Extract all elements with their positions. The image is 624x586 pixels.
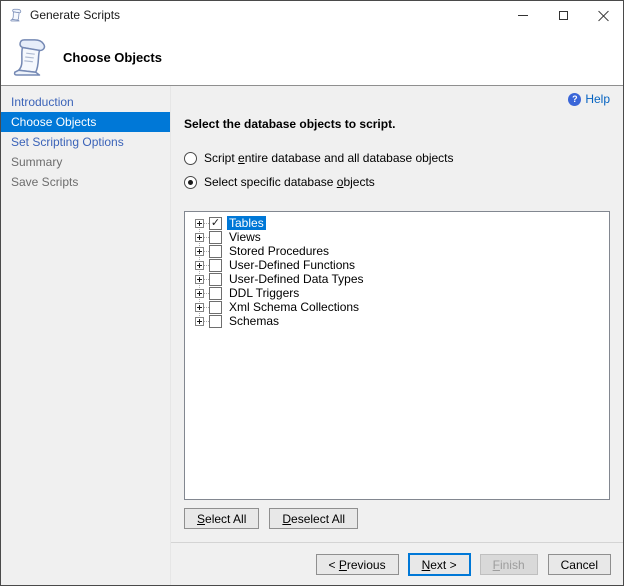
maximize-button[interactable] xyxy=(543,1,583,29)
expand-plus-icon[interactable] xyxy=(195,246,204,256)
selection-buttons-row: Select All Deselect All xyxy=(184,508,610,529)
expand-plus-icon[interactable] xyxy=(195,232,204,242)
object-scope-radio-group: Script entire database and all database … xyxy=(184,151,610,199)
checkbox[interactable] xyxy=(209,230,222,244)
tree-item-label[interactable]: User-Defined Data Types xyxy=(227,272,366,286)
checkbox[interactable] xyxy=(209,258,222,272)
deselect-all-button[interactable]: Deselect All xyxy=(269,508,359,529)
expand-plus-icon[interactable] xyxy=(195,260,204,270)
checkbox[interactable] xyxy=(209,300,222,314)
sidebar-item-choose-objects[interactable]: Choose Objects xyxy=(1,112,170,132)
tree-item-tables[interactable]: Tables xyxy=(185,216,609,230)
generate-scripts-dialog: Generate Scripts Choose Objects Introduc… xyxy=(0,0,624,586)
expand-plus-icon[interactable] xyxy=(195,302,204,312)
minimize-button[interactable] xyxy=(503,1,543,29)
tree-item-xml-schema-collections[interactable]: Xml Schema Collections xyxy=(185,300,609,314)
instruction-text: Select the database objects to script. xyxy=(184,117,396,131)
tree-item-label[interactable]: Xml Schema Collections xyxy=(227,300,361,314)
previous-button[interactable]: < Previous xyxy=(315,554,399,575)
title-bar: Generate Scripts xyxy=(1,1,623,29)
finish-button: Finish xyxy=(479,554,538,575)
checkbox[interactable] xyxy=(209,314,222,328)
sidebar-item-summary: Summary xyxy=(11,155,63,169)
database-objects-tree[interactable]: Tables Views Stored Procedures xyxy=(184,211,610,500)
help-link[interactable]: Help xyxy=(585,92,610,106)
wizard-header: Choose Objects xyxy=(1,29,623,86)
checkbox[interactable] xyxy=(209,272,222,286)
wizard-footer: < Previous Next > Finish Cancel xyxy=(171,542,623,585)
tree-item-views[interactable]: Views xyxy=(185,230,609,244)
radio-script-entire-database[interactable]: Script entire database and all database … xyxy=(184,151,610,165)
radio-label: Select specific database objects xyxy=(204,175,375,189)
tree-item-user-defined-functions[interactable]: User-Defined Functions xyxy=(185,258,609,272)
expand-plus-icon[interactable] xyxy=(195,316,204,326)
main-panel: ? Help Select the database objects to sc… xyxy=(171,86,623,585)
script-scroll-icon xyxy=(11,35,49,79)
window-title: Generate Scripts xyxy=(30,8,121,22)
script-scroll-icon xyxy=(9,8,23,22)
radio-icon xyxy=(184,175,197,189)
maximize-icon xyxy=(558,10,568,20)
tree-item-schemas[interactable]: Schemas xyxy=(185,314,609,328)
tree-item-stored-procedures[interactable]: Stored Procedures xyxy=(185,244,609,258)
cancel-button[interactable]: Cancel xyxy=(547,554,611,575)
expand-plus-icon[interactable] xyxy=(195,288,204,298)
expand-plus-icon[interactable] xyxy=(195,274,204,284)
sidebar-item-save-scripts: Save Scripts xyxy=(11,175,79,189)
next-button[interactable]: Next > xyxy=(408,554,470,575)
close-icon xyxy=(598,10,609,21)
minimize-icon xyxy=(518,14,528,16)
radio-select-specific-objects[interactable]: Select specific database objects xyxy=(184,175,610,189)
checkbox[interactable] xyxy=(209,286,222,300)
tree-item-label[interactable]: Stored Procedures xyxy=(227,244,331,258)
tree-item-label[interactable]: DDL Triggers xyxy=(227,286,301,300)
tree-item-ddl-triggers[interactable]: DDL Triggers xyxy=(185,286,609,300)
select-all-button[interactable]: Select All xyxy=(184,508,260,529)
radio-icon xyxy=(184,151,197,165)
sidebar-item-set-scripting-options[interactable]: Set Scripting Options xyxy=(1,132,170,152)
radio-label: Script entire database and all database … xyxy=(204,151,454,165)
page-title: Choose Objects xyxy=(63,49,162,65)
checkbox[interactable] xyxy=(209,216,222,230)
tree-item-label[interactable]: Views xyxy=(227,230,263,244)
sidebar-item-introduction[interactable]: Introduction xyxy=(1,92,170,112)
tree-item-label[interactable]: Tables xyxy=(227,216,266,230)
close-button[interactable] xyxy=(583,1,623,29)
tree-item-user-defined-data-types[interactable]: User-Defined Data Types xyxy=(185,272,609,286)
tree-item-label[interactable]: User-Defined Functions xyxy=(227,258,357,272)
help-question-icon: ? xyxy=(568,92,582,106)
checkbox[interactable] xyxy=(209,244,222,258)
tree-item-label[interactable]: Schemas xyxy=(227,314,281,328)
help-row: ? Help xyxy=(184,91,610,107)
wizard-steps-sidebar: Introduction Choose Objects Set Scriptin… xyxy=(1,86,171,585)
expand-plus-icon[interactable] xyxy=(195,218,204,228)
